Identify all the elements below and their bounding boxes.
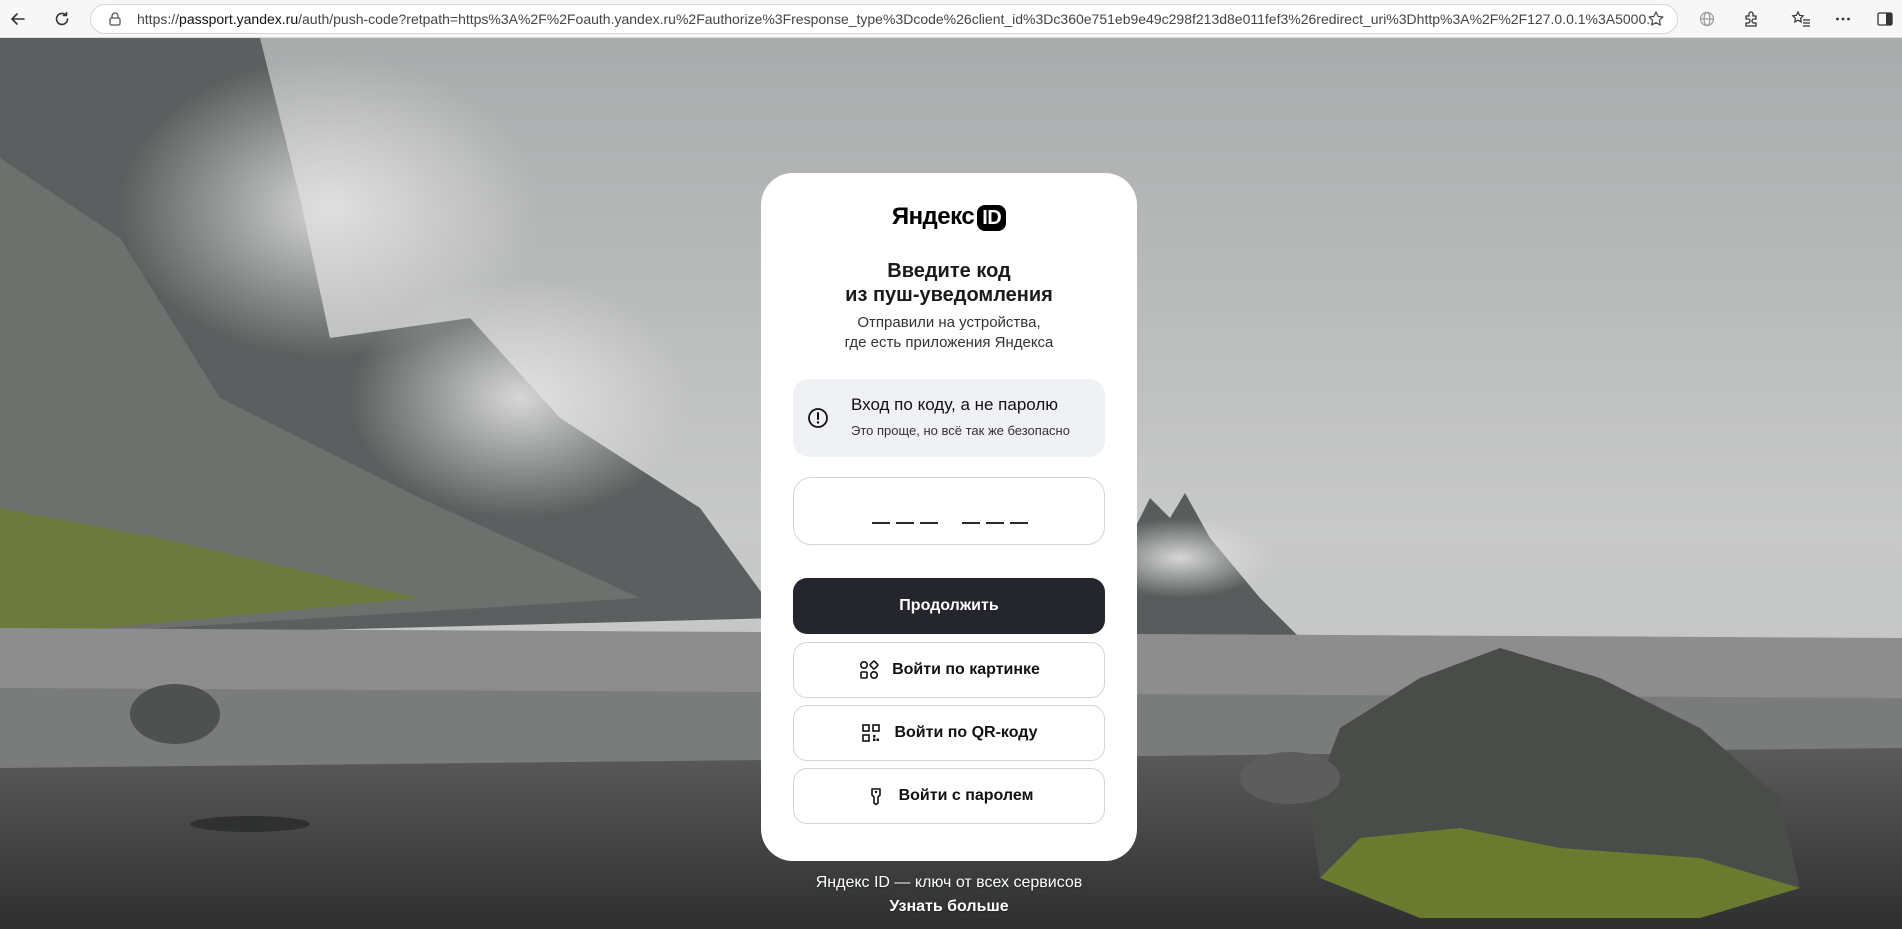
login-by-picture-label: Войти по картинке xyxy=(892,661,1040,678)
sidebar-icon[interactable] xyxy=(1872,6,1898,32)
url-path: /auth/push-code?retpath=https%3A%2F%2Foa… xyxy=(298,11,1658,27)
code-digit-slot xyxy=(1010,522,1028,524)
notice-title: Вход по коду, а не паролю xyxy=(851,395,1059,414)
code-digit-slot xyxy=(962,522,980,524)
notice-text: Это проще, но всё так же безопасно xyxy=(851,423,1070,438)
extensions-icon[interactable] xyxy=(1738,6,1764,32)
browser-toolbar: https://passport.yandex.ru/auth/push-cod… xyxy=(0,0,1902,38)
title-line-2: из пуш-уведомления xyxy=(845,284,1053,306)
logo-id-badge: ID xyxy=(977,205,1007,231)
subtitle-line-2: где есть приложения Яндекса xyxy=(844,334,1054,351)
more-icon[interactable] xyxy=(1830,6,1856,32)
exclamation-circle-icon xyxy=(807,407,829,429)
globe-icon[interactable] xyxy=(1694,6,1720,32)
url-host: passport.yandex.ru xyxy=(179,11,299,27)
login-by-picture-button[interactable]: Войти по картинке xyxy=(793,642,1105,698)
code-digit-slot xyxy=(986,522,1004,524)
login-with-password-button[interactable]: Войти с паролем xyxy=(793,768,1105,824)
info-notice: Вход по коду, а не паролю Это проще, но … xyxy=(793,379,1105,457)
code-digit-slot xyxy=(872,522,890,524)
login-by-qr-button[interactable]: Войти по QR-коду xyxy=(793,705,1105,761)
login-card: Яндекс ID Введите код из пуш-уведомления … xyxy=(761,173,1137,861)
reload-icon[interactable] xyxy=(48,5,76,33)
login-with-password-label: Войти с паролем xyxy=(898,787,1034,804)
push-code-input[interactable] xyxy=(793,477,1105,545)
page-background: Яндекс ID Введите код из пуш-уведомления … xyxy=(0,38,1902,929)
qr-code-icon xyxy=(860,722,882,744)
favorites-icon[interactable] xyxy=(1788,6,1814,32)
back-icon[interactable] xyxy=(4,5,32,33)
continue-button[interactable]: Продолжить xyxy=(793,578,1105,634)
url-text[interactable]: https://passport.yandex.ru/auth/push-cod… xyxy=(137,5,1707,33)
lock-icon[interactable] xyxy=(107,11,123,27)
address-bar[interactable]: https://passport.yandex.ru/auth/push-cod… xyxy=(90,4,1678,34)
subtitle-line-1: Отправили на устройства, xyxy=(857,314,1041,331)
logo-text: Яндекс xyxy=(891,203,975,230)
login-by-qr-label: Войти по QR-коду xyxy=(894,724,1038,741)
footer-tagline: Яндекс ID — ключ от всех сервисов xyxy=(815,874,1083,891)
picture-shapes-icon xyxy=(858,659,880,681)
key-icon xyxy=(865,785,887,807)
url-scheme: https:// xyxy=(137,11,180,27)
page-subtitle: Отправили на устройства, где есть прилож… xyxy=(761,313,1137,353)
star-icon[interactable] xyxy=(1647,10,1665,28)
code-digit-slot xyxy=(920,522,938,524)
title-line-1: Введите код xyxy=(887,260,1011,282)
code-digit-slot xyxy=(896,522,914,524)
learn-more-link[interactable]: Узнать больше xyxy=(761,898,1137,916)
page-title: Введите код из пуш-уведомления xyxy=(761,259,1137,307)
yandex-id-logo: Яндекс ID xyxy=(761,203,1137,231)
